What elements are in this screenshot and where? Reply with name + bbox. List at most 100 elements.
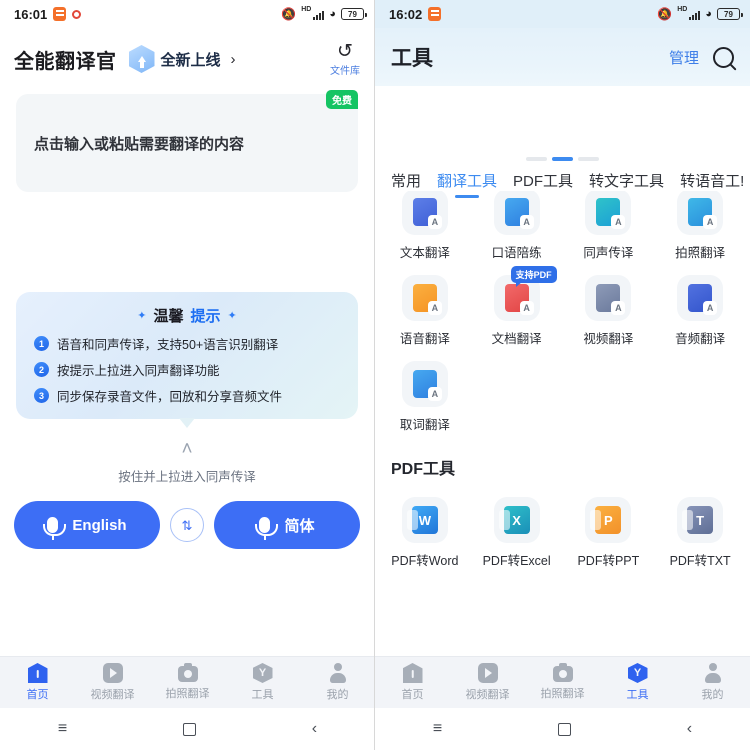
status-bar: 16:01 🔕 HD ◕ 79: [0, 0, 374, 28]
tab-label: 工具: [251, 689, 274, 701]
tool-icon-tile: [677, 189, 724, 235]
tool-item[interactable]: 拍照翻译: [654, 189, 746, 261]
tool-item[interactable]: T PDF转TXT: [654, 497, 746, 569]
manage-button[interactable]: 管理: [669, 47, 699, 68]
tab-label: 拍照翻译: [165, 688, 210, 700]
app-header: 全能翻译官 全新上线 › ↺ 文件库: [0, 28, 374, 84]
tab-tools[interactable]: 工具: [600, 663, 675, 702]
pager-dot: [526, 157, 547, 161]
bottom-tab-bar: 首页 视频翻译 拍照翻译 工具 我的: [0, 656, 374, 708]
txt-letter: T: [696, 512, 705, 528]
tab-video-translate[interactable]: 视频翻译: [75, 663, 150, 702]
text-translate-icon: [412, 198, 442, 229]
camera-icon: [552, 663, 573, 682]
android-nav-bar: ≡ ‹: [0, 708, 374, 750]
tool-item[interactable]: 口语陪练: [471, 189, 563, 261]
chevron-up-icon: ˄: [181, 439, 193, 460]
pdf-section-title: PDF工具: [391, 461, 456, 478]
tab-home[interactable]: 首页: [0, 663, 75, 702]
word-lookup-translate-icon: [412, 370, 442, 401]
tool-item[interactable]: 文本翻译: [379, 189, 471, 261]
tab-label: 转文字工具: [589, 173, 665, 190]
tool-label: PDF转Word: [391, 554, 459, 568]
search-icon[interactable]: [713, 46, 734, 68]
tip-text: 同步保存录音文件，回放和分享音频文件: [57, 390, 283, 404]
tool-item[interactable]: 支持PDF 文档翻译: [471, 266, 563, 347]
tips-pointer: [179, 418, 195, 428]
tool-item[interactable]: 语音翻译: [379, 275, 471, 347]
tools-icon: [252, 663, 273, 683]
dual-screenshot: 16:01 🔕 HD ◕ 79 全能翻译官 全新上线 › ↺ 文件库 免费 点击…: [0, 0, 750, 750]
recents-icon[interactable]: ≡: [433, 721, 442, 737]
status-bar: 16:02 🔕 HD ◕ 79: [375, 0, 750, 28]
tab-translate-tools[interactable]: 翻译工具: [431, 170, 503, 191]
pdf-to-word-icon: W: [406, 506, 438, 534]
video-icon: [477, 663, 498, 683]
tab-label: 首页: [401, 689, 424, 701]
tool-item[interactable]: W PDF转Word: [379, 497, 471, 569]
target-mic-button[interactable]: 简体: [214, 501, 360, 549]
promo-banner-button[interactable]: 全新上线 ›: [128, 45, 236, 73]
tips-area: ✦ 温馨 提示 ✦ 1 语音和同声传译，支持50+语言识别翻译 2 按提示上拉进入…: [16, 292, 358, 428]
page-title: 全能翻译官: [14, 50, 117, 73]
tab-tools[interactable]: 工具: [225, 663, 300, 702]
recents-icon[interactable]: ≡: [58, 721, 67, 737]
tool-item[interactable]: 视频翻译: [563, 275, 655, 347]
pull-up-label: 按住并上拉进入同声传译: [118, 470, 256, 484]
tool-icon-tile: [401, 361, 448, 407]
page-title: 工具: [391, 47, 433, 70]
pdf-to-ppt-icon: P: [590, 506, 622, 534]
file-library-button[interactable]: ↺ 文件库: [330, 42, 360, 77]
home-icon: [402, 663, 423, 683]
tab-video-translate[interactable]: 视频翻译: [450, 663, 525, 702]
tab-to-text-tools[interactable]: 转文字工具: [583, 170, 670, 191]
tab-label: PDF工具: [513, 173, 574, 190]
word-letter: W: [418, 512, 432, 528]
tab-common[interactable]: 常用: [385, 170, 427, 191]
tab-pdf-tools[interactable]: PDF工具: [507, 170, 579, 191]
tab-to-speech-tools[interactable]: 转语音工!: [674, 170, 750, 191]
translate-input-card[interactable]: 点击输入或粘贴需要翻译的内容: [16, 94, 358, 192]
tool-item[interactable]: 音频翻译: [654, 275, 746, 347]
tool-label: 文档翻译: [491, 332, 542, 346]
pull-up-hint[interactable]: ˄ 按住并上拉进入同声传译: [0, 440, 374, 485]
back-nav-icon[interactable]: ‹: [687, 721, 692, 737]
tab-photo-translate[interactable]: 拍照翻译: [150, 663, 225, 701]
android-nav-bar: ≡ ‹: [375, 708, 750, 750]
tab-label: 拍照翻译: [540, 688, 585, 700]
tips-title-plain: 温馨: [153, 308, 184, 325]
tools-icon: [627, 663, 648, 683]
source-mic-button[interactable]: English: [14, 501, 160, 549]
supports-pdf-badge: 支持PDF: [510, 266, 557, 287]
swap-languages-button[interactable]: ⇅: [170, 508, 204, 542]
tool-item[interactable]: 取词翻译: [379, 361, 471, 433]
target-language-label: 简体: [284, 517, 315, 535]
ppt-letter: P: [604, 512, 613, 528]
bell-off-icon: 🔕: [657, 7, 673, 21]
history-icon: ↺: [337, 40, 353, 62]
tips-card: ✦ 温馨 提示 ✦ 1 语音和同声传译，支持50+语言识别翻译 2 按提示上拉进入…: [16, 292, 358, 419]
voice-translate-icon: [412, 284, 442, 315]
notification-dot-icon: [72, 9, 82, 19]
tool-label: PDF转Excel: [482, 554, 551, 568]
tool-label: 音频翻译: [675, 332, 726, 346]
tool-label: 文本翻译: [399, 246, 450, 260]
home-nav-icon[interactable]: [557, 722, 571, 736]
source-language-label: English: [72, 516, 127, 534]
back-nav-icon[interactable]: ‹: [312, 721, 317, 737]
tip-item: 3 同步保存录音文件，回放和分享音频文件: [34, 386, 344, 405]
microphone-icon: [43, 517, 67, 536]
tab-photo-translate[interactable]: 拍照翻译: [525, 663, 600, 701]
bottom-tab-bar: 首页 视频翻译 拍照翻译 工具 我的: [375, 656, 750, 708]
tab-mine[interactable]: 我的: [675, 663, 750, 702]
tab-home[interactable]: 首页: [375, 663, 450, 702]
tool-item[interactable]: 同声传译: [563, 189, 655, 261]
tool-item[interactable]: X PDF转Excel: [471, 497, 563, 569]
tab-mine[interactable]: 我的: [300, 663, 374, 702]
document-translate-icon: [504, 284, 534, 315]
tool-icon-tile: [585, 189, 632, 235]
tool-item[interactable]: P PDF转PPT: [563, 497, 655, 569]
home-icon: [27, 663, 48, 683]
user-icon: [328, 663, 348, 683]
home-nav-icon[interactable]: [182, 722, 196, 736]
